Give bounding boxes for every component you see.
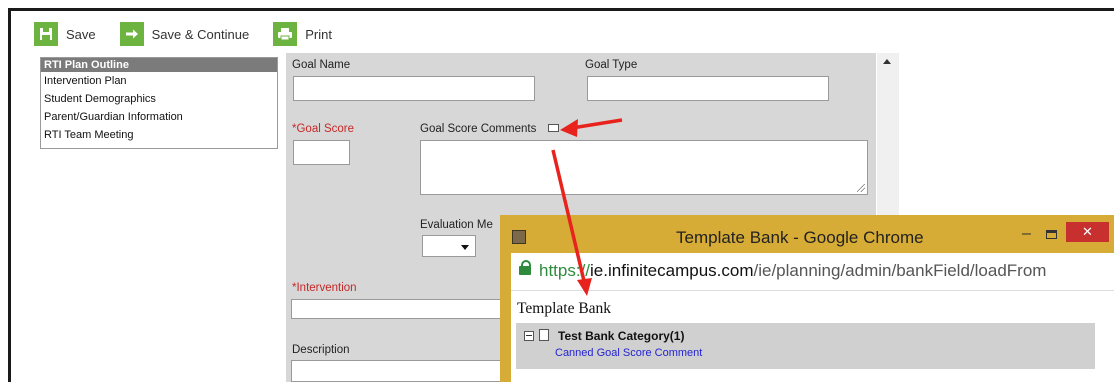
app-icon — [512, 230, 526, 244]
window-title: Template Bank - Google Chrome — [676, 228, 924, 247]
save-and-continue-label: Save & Continue — [151, 26, 250, 42]
goal-type-input[interactable] — [587, 76, 829, 101]
print-label: Print — [305, 26, 332, 42]
url-text[interactable]: https://ie.infinitecampus.com/ie/plannin… — [539, 261, 1114, 281]
url-host: ie.infinitecampus.com — [590, 261, 754, 280]
maximize-icon[interactable] — [1046, 230, 1057, 239]
action-toolbar: Save Save & Continue Print — [34, 22, 356, 46]
goal-score-comments-textarea[interactable] — [420, 140, 868, 195]
goal-score-label: *Goal Score — [292, 123, 355, 135]
description-label: Description — [292, 344, 350, 356]
arrow-right-icon — [119, 22, 144, 46]
template-bank-window: Template Bank - Google Chrome – ✕ https:… — [500, 215, 1114, 382]
resize-handle-icon[interactable] — [857, 184, 865, 192]
tree-category[interactable]: Test Bank Category(1) — [558, 329, 684, 343]
template-bank-content: https://ie.infinitecampus.com/ie/plannin… — [511, 253, 1114, 382]
lock-icon — [519, 260, 531, 275]
goal-score-input[interactable] — [293, 140, 350, 165]
goal-name-label: Goal Name — [292, 59, 351, 71]
evaluation-method-label: Evaluation Me — [420, 219, 493, 231]
save-and-continue-button[interactable]: Save & Continue — [119, 22, 250, 46]
url-path: /ie/planning/admin/bankField/loadFrom — [753, 261, 1047, 280]
rti-plan-outline: RTI Plan Outline Intervention Plan Stude… — [40, 57, 278, 149]
outline-item-intervention-plan[interactable]: Intervention Plan — [41, 72, 277, 90]
dropdown-caret-icon — [461, 245, 469, 250]
minimize-icon[interactable]: – — [1022, 225, 1031, 243]
url-scheme: https:// — [539, 261, 591, 280]
floppy-disk-icon — [34, 22, 58, 46]
print-button[interactable]: Print — [273, 22, 332, 46]
save-label: Save — [66, 26, 96, 42]
document-icon — [539, 329, 549, 341]
goal-score-comments-label: Goal Score Comments — [420, 123, 537, 135]
save-button[interactable]: Save — [34, 22, 96, 46]
intervention-label: *Intervention — [292, 282, 357, 294]
goal-type-label: Goal Type — [585, 59, 638, 71]
template-bank-heading: Template Bank — [517, 300, 612, 317]
template-bank-icon[interactable] — [548, 124, 559, 132]
frame-border-left — [8, 8, 11, 382]
intervention-input[interactable] — [291, 299, 503, 319]
outline-item-parent-guardian-information[interactable]: Parent/Guardian Information — [41, 108, 277, 126]
description-textarea[interactable] — [291, 360, 503, 382]
outline-item-rti-plan-outline[interactable]: RTI Plan Outline — [41, 58, 277, 72]
canned-comment-link[interactable]: Canned Goal Score Comment — [555, 347, 702, 359]
outline-item-rti-team-meeting[interactable]: RTI Team Meeting — [41, 126, 277, 144]
address-bar[interactable]: https://ie.infinitecampus.com/ie/plannin… — [511, 253, 1114, 291]
template-tree: Test Bank Category(1) Canned Goal Score … — [516, 323, 1095, 369]
evaluation-method-select[interactable] — [422, 235, 476, 257]
printer-icon — [273, 22, 298, 46]
scroll-up-arrow-icon[interactable] — [883, 59, 891, 64]
close-icon[interactable]: ✕ — [1066, 222, 1109, 242]
goal-name-input[interactable] — [293, 76, 535, 101]
collapse-icon[interactable] — [524, 331, 534, 341]
frame-border-top — [8, 8, 1114, 11]
outline-item-student-demographics[interactable]: Student Demographics — [41, 90, 277, 108]
